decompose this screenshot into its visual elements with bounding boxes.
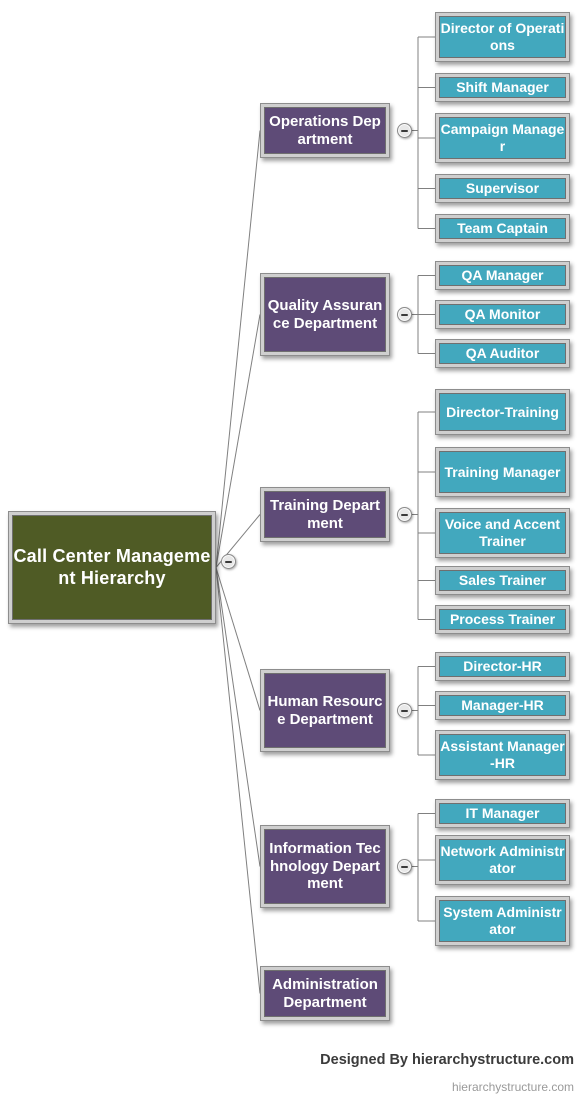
department-node-label: Information Technology Department	[264, 829, 386, 904]
department-node-label: Operations Department	[264, 107, 386, 154]
role-node[interactable]: Director-Training	[435, 389, 570, 435]
minus-glyph	[401, 865, 408, 868]
role-node-label: Assistant Manager-HR	[439, 734, 566, 776]
role-node[interactable]: Director of Operations	[435, 12, 570, 62]
role-node[interactable]: Campaign Manager	[435, 113, 570, 163]
role-node-label: Director-Training	[439, 393, 566, 431]
role-node[interactable]: QA Auditor	[435, 339, 570, 368]
role-node-label: System Administrator	[439, 900, 566, 942]
role-node-label: Supervisor	[439, 178, 566, 199]
minus-glyph	[401, 313, 408, 316]
role-node-label: Voice and Accent Trainer	[439, 512, 566, 554]
role-node-label: Shift Manager	[439, 77, 566, 98]
role-node[interactable]: Director-HR	[435, 652, 570, 681]
role-node-label: IT Manager	[439, 803, 566, 824]
role-node[interactable]: Shift Manager	[435, 73, 570, 102]
role-node-label: Process Trainer	[439, 609, 566, 630]
root-node[interactable]: Call Center Management Hierarchy	[8, 511, 216, 624]
department-node-label: Human Resource Department	[264, 673, 386, 748]
role-node[interactable]: Manager-HR	[435, 691, 570, 720]
role-node-label: QA Auditor	[439, 343, 566, 364]
department-node[interactable]: Information Technology Department	[260, 825, 390, 908]
role-node-label: Team Captain	[439, 218, 566, 239]
role-node-label: Director of Operations	[439, 16, 566, 58]
role-node-label: Campaign Manager	[439, 117, 566, 159]
department-node-label: Administration Department	[264, 970, 386, 1017]
role-node-label: Training Manager	[439, 451, 566, 493]
role-node[interactable]: Training Manager	[435, 447, 570, 497]
role-node[interactable]: Team Captain	[435, 214, 570, 243]
org-chart: Call Center Management Hierarchy Operati…	[0, 0, 584, 1100]
role-node-label: Director-HR	[439, 656, 566, 677]
role-node-label: Network Administrator	[439, 839, 566, 881]
minus-glyph	[401, 709, 408, 712]
role-node[interactable]: Assistant Manager-HR	[435, 730, 570, 780]
role-node[interactable]: System Administrator	[435, 896, 570, 946]
footer-credit: Designed By hierarchystructure.com	[320, 1052, 574, 1068]
department-node-label: Quality Assurance Department	[264, 277, 386, 352]
minus-circle-icon-root[interactable]	[221, 554, 236, 569]
role-node[interactable]: IT Manager	[435, 799, 570, 828]
minus-glyph	[401, 513, 408, 516]
department-node[interactable]: Quality Assurance Department	[260, 273, 390, 356]
role-node-label: QA Manager	[439, 265, 566, 286]
footer-watermark: hierarchystructure.com	[451, 1080, 574, 1094]
department-node[interactable]: Administration Department	[260, 966, 390, 1021]
department-node[interactable]: Human Resource Department	[260, 669, 390, 752]
root-node-label: Call Center Management Hierarchy	[12, 515, 212, 620]
role-node-label: Manager-HR	[439, 695, 566, 716]
department-node[interactable]: Training Department	[260, 487, 390, 542]
role-node[interactable]: Network Administrator	[435, 835, 570, 885]
role-node[interactable]: QA Manager	[435, 261, 570, 290]
minus-circle-icon-department[interactable]	[397, 703, 412, 718]
role-node[interactable]: Voice and Accent Trainer	[435, 508, 570, 558]
minus-circle-icon-department[interactable]	[397, 307, 412, 322]
role-node[interactable]: Sales Trainer	[435, 566, 570, 595]
minus-circle-icon-department[interactable]	[397, 123, 412, 138]
department-node[interactable]: Operations Department	[260, 103, 390, 158]
minus-glyph	[401, 129, 408, 132]
department-node-label: Training Department	[264, 491, 386, 538]
minus-circle-icon-department[interactable]	[397, 507, 412, 522]
minus-circle-icon-department[interactable]	[397, 859, 412, 874]
role-node-label: Sales Trainer	[439, 570, 566, 591]
role-node[interactable]: Process Trainer	[435, 605, 570, 634]
role-node[interactable]: Supervisor	[435, 174, 570, 203]
role-node[interactable]: QA Monitor	[435, 300, 570, 329]
role-node-label: QA Monitor	[439, 304, 566, 325]
minus-glyph	[225, 560, 232, 563]
